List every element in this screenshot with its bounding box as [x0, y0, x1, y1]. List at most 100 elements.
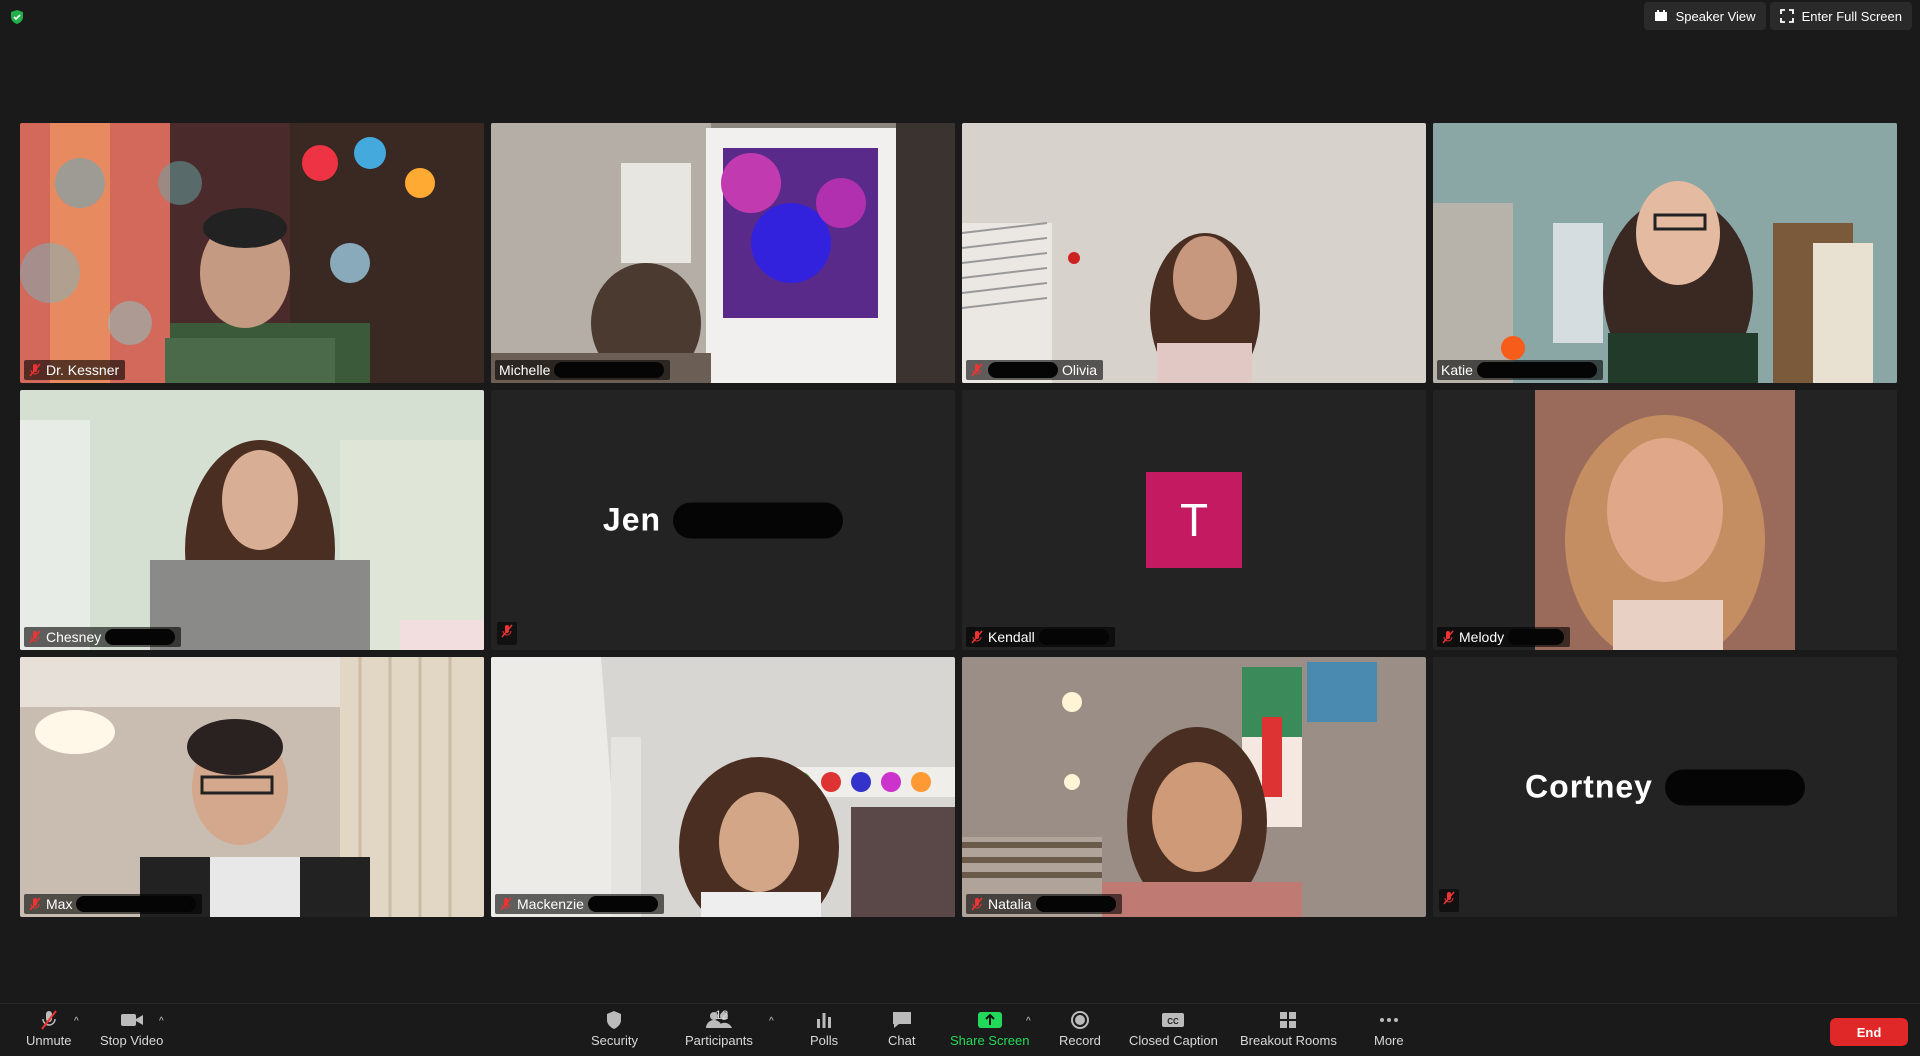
end-meeting-button[interactable]: End [1830, 1018, 1908, 1046]
name-redaction [105, 629, 176, 645]
share-screen-icon [977, 1012, 1002, 1028]
more-button[interactable]: More [1374, 1010, 1404, 1048]
video-tile[interactable]: Michelle [491, 123, 955, 383]
video-tile[interactable]: Melody [1433, 390, 1897, 650]
muted-indicator [497, 622, 517, 645]
video-off-tile[interactable]: Jen [491, 390, 955, 650]
participant-display-name: Jen [491, 502, 955, 539]
closed-caption-icon: CC [1162, 1013, 1185, 1027]
shield-icon [607, 1011, 622, 1029]
participant-name-tag: Mackenzie [495, 894, 664, 914]
participant-display-name: Cortney [1433, 769, 1897, 806]
audio-options-caret-icon[interactable]: ^ [74, 1016, 79, 1027]
muted-mic-icon [500, 897, 512, 911]
video-tile-active-speaker[interactable]: Katie [1433, 123, 1897, 383]
muted-mic-icon [40, 1010, 57, 1030]
name-redaction [587, 896, 658, 912]
participant-name: Kendall [988, 629, 1035, 645]
participant-name: Dr. Kessner [46, 362, 120, 378]
chat-button[interactable]: Chat [888, 1010, 915, 1048]
stop-video-button[interactable]: Stop Video [100, 1010, 163, 1048]
video-off-tile[interactable]: Cortney [1433, 657, 1897, 917]
video-camera-icon [120, 1014, 143, 1026]
name-redaction [673, 502, 844, 538]
participant-video [962, 657, 1426, 917]
polls-button[interactable]: Polls [810, 1010, 838, 1048]
video-tile[interactable]: Olivia [962, 123, 1426, 383]
breakout-rooms-label: Breakout Rooms [1240, 1033, 1337, 1048]
video-tile[interactable]: Dr. Kessner [20, 123, 484, 383]
participant-name-tag: Melody [1437, 627, 1571, 647]
meeting-toolbar: Unmute ^ Stop Video ^ Security 12 Partic… [0, 1003, 1920, 1056]
avatar-letter: T [1179, 494, 1209, 546]
unmute-button[interactable]: Unmute [26, 1010, 72, 1048]
name-redaction [554, 362, 665, 378]
video-tile[interactable]: Natalia [962, 657, 1426, 917]
participant-name: Katie [1441, 362, 1473, 378]
chat-label: Chat [888, 1033, 916, 1048]
name-redaction [1664, 769, 1805, 805]
participant-video [20, 390, 484, 650]
video-tile[interactable]: Chesney [20, 390, 484, 650]
name-redaction [1038, 629, 1109, 645]
expand-icon [1779, 9, 1794, 23]
unmute-label: Unmute [26, 1033, 72, 1048]
chat-bubble-icon [892, 1012, 911, 1028]
gallery-grid: Dr. Kessner Michelle Olivia Katie Chesne… [20, 123, 1897, 917]
record-button[interactable]: Record [1059, 1010, 1101, 1048]
record-icon [1070, 1011, 1089, 1029]
full-screen-label: Enter Full Screen [1801, 8, 1902, 24]
participant-name-tag: Olivia [966, 360, 1104, 380]
muted-mic-icon [29, 363, 41, 377]
stop-video-label: Stop Video [100, 1033, 164, 1048]
name-redaction [1035, 896, 1116, 912]
muted-mic-icon [971, 897, 983, 911]
participant-video [1433, 123, 1897, 383]
full-screen-button[interactable]: Enter Full Screen [1769, 2, 1912, 30]
muted-mic-icon [971, 363, 983, 377]
participant-name: Cortney [1525, 768, 1653, 805]
record-label: Record [1059, 1033, 1101, 1048]
participants-options-caret-icon[interactable]: ^ [769, 1016, 774, 1027]
participants-label: Participants [685, 1033, 753, 1048]
participant-name: Natalia [988, 896, 1032, 912]
closed-caption-button[interactable]: CC Closed Caption [1129, 1010, 1218, 1048]
participant-name: Max [46, 896, 73, 912]
video-tile[interactable]: Max [20, 657, 484, 917]
speaker-view-icon [1654, 10, 1667, 21]
speaker-view-button[interactable]: Speaker View [1643, 2, 1766, 30]
speaker-view-label: Speaker View [1675, 8, 1756, 24]
participant-name: Michelle [499, 362, 551, 378]
share-screen-button[interactable]: Share Screen [950, 1010, 1030, 1048]
participant-name: Melody [1459, 629, 1505, 645]
participant-video [491, 657, 955, 917]
participant-name: Mackenzie [517, 896, 584, 912]
breakout-rooms-button[interactable]: Breakout Rooms [1240, 1010, 1337, 1048]
share-options-caret-icon[interactable]: ^ [1026, 1016, 1031, 1027]
muted-mic-icon [29, 630, 41, 644]
participant-name-tag: Natalia [966, 894, 1122, 914]
video-tile[interactable]: Mackenzie [491, 657, 955, 917]
muted-indicator [1439, 889, 1459, 912]
more-label: More [1374, 1033, 1404, 1048]
participant-count-badge: 12 [715, 1008, 729, 1022]
participant-video [20, 123, 484, 383]
participant-name-tag: Chesney [24, 627, 182, 647]
share-screen-label: Share Screen [950, 1033, 1030, 1048]
end-label: End [1856, 1024, 1882, 1040]
bar-chart-icon [817, 1013, 832, 1028]
participant-name-tag: Michelle [495, 360, 671, 380]
participant-name-tag: Dr. Kessner [24, 360, 126, 380]
encryption-shield-icon[interactable] [9, 9, 25, 25]
participant-name: Chesney [46, 629, 102, 645]
security-button[interactable]: Security [591, 1010, 638, 1048]
video-off-tile[interactable]: T Kendall [962, 390, 1426, 650]
video-options-caret-icon[interactable]: ^ [159, 1016, 164, 1027]
breakout-rooms-icon [1280, 1012, 1297, 1028]
muted-mic-icon [501, 624, 513, 638]
muted-mic-icon [1443, 891, 1455, 905]
participant-video [962, 123, 1426, 383]
polls-label: Polls [810, 1033, 839, 1048]
closed-caption-label: Closed Caption [1129, 1033, 1218, 1048]
participants-button[interactable]: 12 Participants [685, 1008, 753, 1048]
